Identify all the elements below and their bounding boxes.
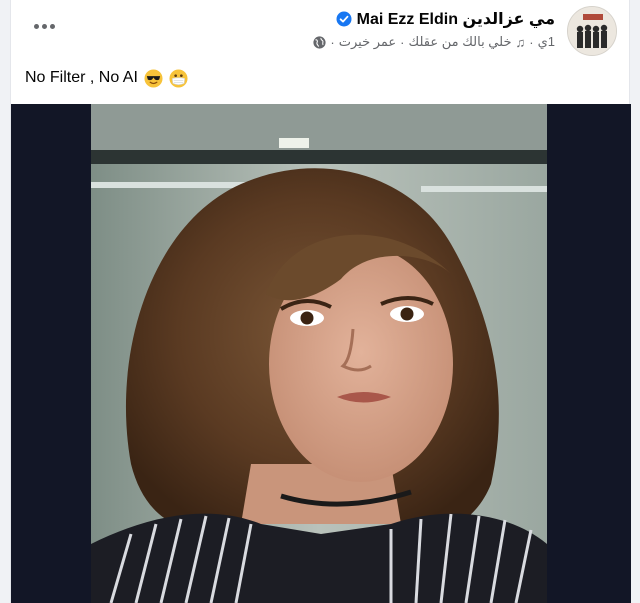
author-row: Mai Ezz Eldin مي عزالدين [336, 8, 555, 30]
post-photo[interactable] [91, 104, 547, 603]
verified-badge-icon [336, 11, 352, 27]
more-dot [33, 23, 39, 29]
post-time[interactable]: 1ي [538, 34, 555, 50]
meta-separator: · [400, 34, 405, 50]
sunglasses-emoji-icon [144, 68, 163, 88]
more-dot [41, 23, 47, 29]
author-name[interactable]: Mai Ezz Eldin مي عزالدين [357, 9, 555, 29]
post-card: Mai Ezz Eldin مي عزالدين 1ي · ♫ خلي بالك… [10, 0, 631, 603]
avatar[interactable] [567, 6, 617, 56]
post-meta: 1ي · ♫ خلي بالك من عقلك · عمر خيرت · [313, 33, 555, 51]
more-options-button[interactable] [29, 14, 59, 38]
post-caption: No Filter , No AI [25, 66, 188, 90]
music-note-icon: ♫ [515, 34, 526, 50]
post-media[interactable] [11, 104, 631, 603]
meta-separator: · [330, 34, 335, 50]
post-header: Mai Ezz Eldin مي عزالدين 1ي · ♫ خلي بالك… [11, 0, 631, 62]
song-title[interactable]: خلي بالك من عقلك [409, 34, 512, 50]
meta-separator: · [529, 34, 534, 50]
more-dot [49, 23, 55, 29]
globe-icon[interactable] [313, 35, 326, 49]
song-artist[interactable]: عمر خيرت [339, 34, 396, 50]
medical-mask-emoji-icon [169, 68, 188, 88]
caption-text: No Filter , No AI [25, 69, 138, 86]
